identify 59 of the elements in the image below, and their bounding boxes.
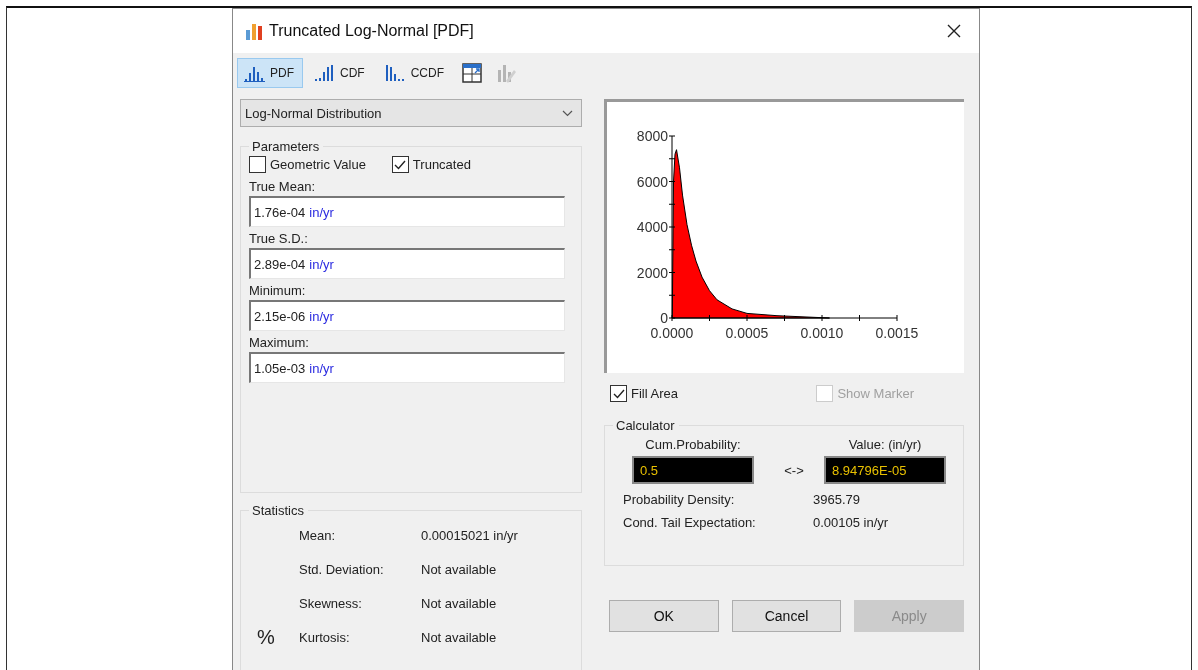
- result-value: 3965.79: [813, 492, 861, 507]
- bar-chart-icon: [314, 64, 336, 82]
- input-field[interactable]: 8.94796E-05: [824, 456, 946, 484]
- field-label: Value: (in/yr): [848, 437, 922, 452]
- field-label: Maximum:: [249, 335, 310, 350]
- view-tab[interactable]: PDF: [237, 58, 303, 88]
- y-tick-label: 6000: [636, 173, 668, 190]
- checkbox[interactable]: [391, 156, 409, 173]
- close-icon[interactable]: [947, 24, 961, 38]
- input-field[interactable]: 2.89e-04 in/yr: [249, 248, 565, 279]
- x-tick-label: 0.0015: [875, 325, 919, 341]
- y-tick-label: 2000: [636, 264, 668, 281]
- arrow-symbol: <->: [784, 462, 804, 478]
- input-field[interactable]: 1.76e-04 in/yr: [249, 196, 565, 227]
- result-label: Cond. Tail Expectation:: [623, 515, 757, 530]
- group-title: Calculator: [615, 418, 676, 433]
- group-title: Statistics: [251, 503, 305, 518]
- bar-chart-icon: [244, 64, 266, 82]
- distribution-dropdown[interactable]: Log-Normal Distribution: [240, 99, 582, 127]
- y-tick-label: 0: [660, 310, 668, 326]
- input-field[interactable]: 0.5: [632, 456, 754, 484]
- dialog-button[interactable]: Cancel: [731, 600, 842, 632]
- percent-symbol: %: [256, 625, 275, 648]
- checkbox[interactable]: [249, 156, 266, 173]
- result-value: 0.00105 in/yr: [813, 515, 890, 530]
- view-tab[interactable]: CCDF: [377, 58, 453, 88]
- input-field[interactable]: 2.15e-06 in/yr: [249, 300, 565, 331]
- checkbox-label: Fill Area: [631, 386, 678, 401]
- result-label: Probability Density:: [623, 492, 736, 507]
- stat-label: Kurtosis:: [299, 629, 351, 645]
- app-logo-icon: [245, 22, 263, 40]
- checkbox-label: Show Marker: [837, 386, 914, 401]
- window-title: Truncated Log-Normal [PDF]: [269, 22, 475, 40]
- input-field[interactable]: 1.05e-03 in/yr: [249, 352, 565, 383]
- y-tick-label: 8000: [636, 128, 668, 144]
- stat-value: 0.00015021 in/yr: [421, 527, 519, 543]
- y-tick-label: 4000: [636, 219, 668, 235]
- field-label: True S.D.:: [249, 231, 309, 246]
- stat-value: Not available: [421, 629, 498, 645]
- view-tab[interactable]: CDF: [307, 58, 374, 88]
- stat-value: Not available: [421, 561, 498, 577]
- x-tick-label: 0.0000: [650, 325, 694, 341]
- stat-label: Skewness:: [299, 595, 363, 611]
- bar-chart-icon: [384, 64, 407, 82]
- x-tick-label: 0.0005: [725, 325, 769, 341]
- chevron-down-icon: [562, 109, 573, 117]
- stat-value: Not available: [421, 595, 498, 611]
- group-title: Parameters: [251, 139, 321, 154]
- window-icon[interactable]: [461, 62, 483, 84]
- field-label: True Mean:: [249, 179, 316, 194]
- checkbox-label: Truncated: [412, 157, 471, 172]
- stat-label: Mean:: [299, 527, 337, 543]
- checkbox[interactable]: [610, 385, 627, 402]
- field-label: Minimum:: [249, 283, 307, 298]
- stat-label: Std. Deviation:: [299, 561, 385, 577]
- checkbox-label: Geometric Value: [270, 157, 366, 172]
- field-label: Cum.Probability:: [645, 437, 741, 452]
- dialog-button[interactable]: OK: [609, 600, 719, 632]
- x-tick-label: 0.0010: [800, 325, 844, 341]
